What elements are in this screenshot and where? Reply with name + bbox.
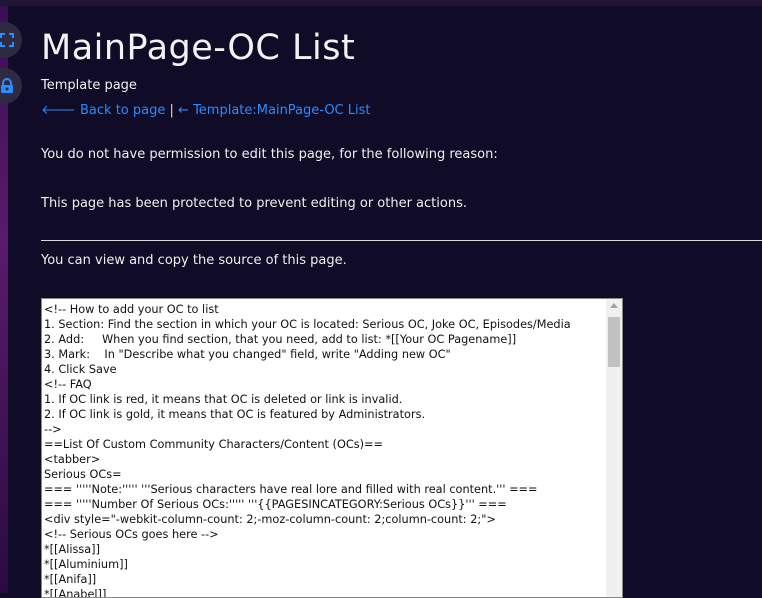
source-line: 3. Mark: In "Describe what you changed" … [44, 348, 451, 361]
separator: | [169, 103, 174, 118]
source-textarea[interactable]: <!-- How to add your OC to list 1. Sectio… [41, 298, 623, 598]
source-line: <!-- FAQ [44, 378, 92, 391]
breadcrumb: 🡐 Back to page | ← Template:MainPage-OC … [41, 102, 371, 118]
source-line: 4. Click Save [44, 363, 117, 376]
source-text[interactable]: <!-- How to add your OC to list 1. Sectio… [42, 299, 622, 597]
scroll-up-icon[interactable] [610, 303, 618, 308]
source-line: --> [44, 423, 62, 436]
fullscreen-icon [0, 33, 14, 47]
permission-message: You do not have permission to edit this … [41, 147, 498, 162]
arrow-left-icon: 🡐 [41, 103, 76, 118]
divider [41, 240, 762, 241]
source-line: 2. If OC link is gold, it means that OC … [44, 408, 426, 421]
template-link[interactable]: ← Template:MainPage-OC List [178, 103, 370, 118]
source-line: *[[Alissa]] [44, 543, 100, 556]
source-line: Serious OCs= [44, 468, 122, 481]
source-line: <!-- How to add your OC to list [44, 303, 219, 316]
top-bar [0, 0, 762, 6]
back-to-page-link[interactable]: 🡐 Back to page [41, 103, 165, 118]
page-subtitle: Template page [41, 78, 137, 93]
source-line: === '''''Note:''''' '''Serious character… [44, 483, 538, 496]
source-line: *[[Aluminium]] [44, 558, 128, 571]
source-line: ==List Of Custom Community Characters/Co… [44, 438, 383, 451]
source-line: *[[Anifa]] [44, 573, 97, 586]
page-title: MainPage-OC List [41, 28, 356, 68]
lock-icon [1, 78, 13, 93]
scrollbar[interactable] [606, 299, 622, 597]
protected-message: This page has been protected to prevent … [41, 196, 467, 211]
source-line: <!-- Serious OCs goes here --> [44, 528, 219, 541]
source-line: <tabber> [44, 453, 101, 466]
view-source-message: You can view and copy the source of this… [41, 253, 347, 268]
source-line: 1. Section: Find the section in which yo… [44, 318, 571, 331]
lock-button[interactable] [0, 68, 22, 104]
source-line: 1. If OC link is red, it means that OC i… [44, 393, 403, 406]
fullscreen-button[interactable] [0, 22, 22, 58]
source-line: 2. Add: When you find section, that you … [44, 333, 517, 346]
source-line: <div style="-webkit-column-count: 2;-moz… [44, 513, 496, 526]
source-line: === '''''Number Of Serious OCs:''''' '''… [44, 498, 507, 511]
scrollbar-thumb[interactable] [608, 317, 620, 367]
